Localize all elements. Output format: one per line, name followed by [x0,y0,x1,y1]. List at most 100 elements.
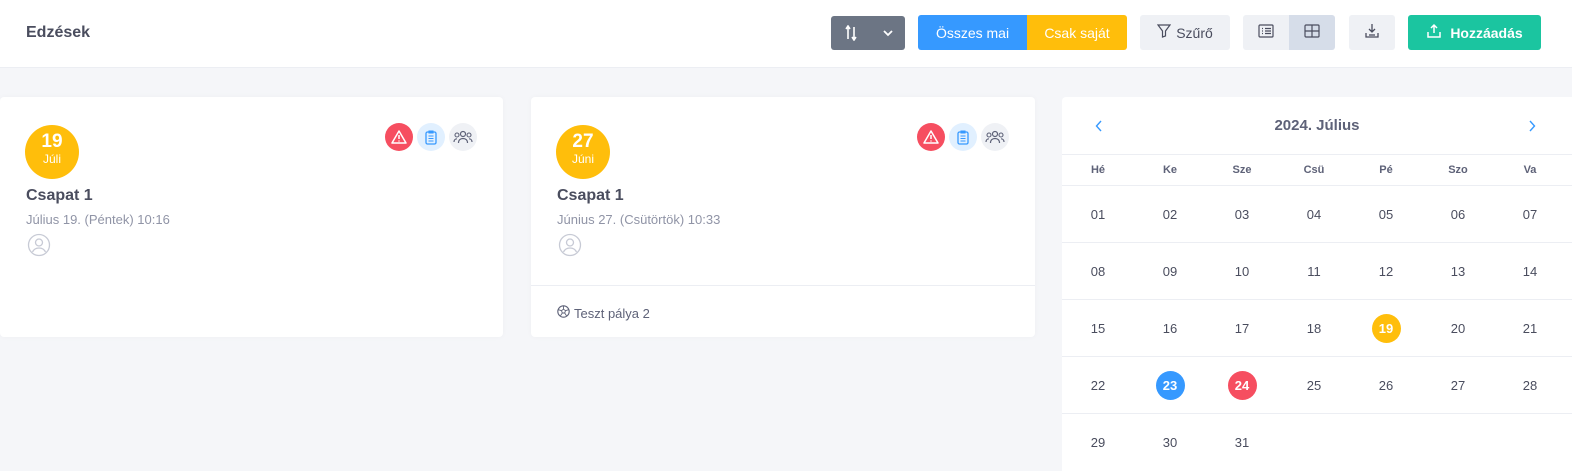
calendar-day-cell[interactable]: 24 [1206,357,1278,413]
top-toolbar: Edzések Összes mai Csak saját Szűrő Hozz… [0,0,1572,68]
filter-icon [1157,24,1172,41]
calendar-day[interactable]: 29 [1084,428,1113,457]
calendar-day-cell[interactable]: 16 [1134,300,1206,356]
calendar-day-cell[interactable]: 31 [1206,414,1278,471]
calendar-day-cell[interactable]: 25 [1278,357,1350,413]
clipboard-icon[interactable] [949,123,977,151]
calendar-day-cell[interactable]: 23 [1134,357,1206,413]
soccer-ball-icon [557,305,570,321]
calendar-day-cell[interactable]: 11 [1278,243,1350,299]
calendar-day[interactable]: 02 [1156,200,1185,229]
calendar-day[interactable]: 28 [1516,371,1545,400]
calendar-day-cell[interactable]: 01 [1062,186,1134,242]
calendar-day-cell[interactable]: 22 [1062,357,1134,413]
all-today-button[interactable]: Összes mai [918,15,1027,50]
export-button[interactable] [1349,15,1395,50]
date-badge: 19 Júli [25,125,79,179]
training-card[interactable]: 27 Júni Csapat 1 Június 27. (Csütörtök) … [531,97,1035,337]
calendar-day[interactable]: 27 [1444,371,1473,400]
card-team-name: Csapat 1 [26,187,93,204]
calendar-day[interactable]: 22 [1084,371,1113,400]
filter-label: Szűrő [1176,24,1213,41]
calendar-day-cell[interactable]: 04 [1278,186,1350,242]
warning-icon[interactable] [385,123,413,151]
training-card[interactable]: 19 Júli Csapat 1 Július 19. (Péntek) 10:… [0,97,503,337]
calendar-day-cell[interactable]: 08 [1062,243,1134,299]
card-footer: Teszt pálya 2 [531,285,1035,337]
calendar-day[interactable]: 17 [1228,314,1257,343]
calendar-day[interactable]: 16 [1156,314,1185,343]
filter-button[interactable]: Szűrő [1140,15,1230,50]
add-label: Hozzáadás [1450,24,1523,41]
calendar-day[interactable]: 20 [1444,314,1473,343]
calendar-day[interactable]: 13 [1444,257,1473,286]
calendar-day[interactable]: 11 [1300,257,1329,286]
calendar-day[interactable]: 23 [1155,370,1185,400]
own-only-button[interactable]: Csak saját [1027,15,1127,50]
calendar-week-row: 08 09 10 11 12 13 14 [1062,243,1572,300]
calendar-day[interactable]: 15 [1084,314,1113,343]
chevron-right-icon[interactable] [1520,115,1544,137]
avatar-icon [27,233,51,262]
calendar-week-row: 29 30 31 [1062,414,1572,471]
calendar-day-cell[interactable]: 15 [1062,300,1134,356]
calendar-day-cell[interactable]: 28 [1494,357,1566,413]
calendar-day[interactable]: 04 [1300,200,1329,229]
calendar-day-cell[interactable]: 10 [1206,243,1278,299]
calendar-day-cell[interactable]: 26 [1350,357,1422,413]
calendar-day[interactable]: 30 [1156,428,1185,457]
venue: Teszt pálya 2 [557,305,650,321]
calendar-day-cell[interactable]: 19 [1350,300,1422,356]
calendar-week-row: 15 16 17 18 19 20 21 [1062,300,1572,357]
calendar-day-cell[interactable]: 13 [1422,243,1494,299]
calendar-day[interactable]: 05 [1372,200,1401,229]
calendar-day-cell[interactable]: 03 [1206,186,1278,242]
team-icon[interactable] [449,123,477,151]
calendar-day-cell[interactable]: 05 [1350,186,1422,242]
calendar-day[interactable]: 24 [1227,370,1257,400]
calendar-day[interactable]: 09 [1156,257,1185,286]
calendar-day-cell[interactable]: 29 [1062,414,1134,471]
calendar-day[interactable]: 26 [1372,371,1401,400]
calendar-day[interactable]: 03 [1228,200,1257,229]
calendar-day-cell[interactable]: 21 [1494,300,1566,356]
weekday-label: Va [1523,164,1537,176]
sort-dropdown-button[interactable] [831,16,905,50]
weekday-label: Szo [1448,164,1468,176]
calendar-day[interactable]: 06 [1444,200,1473,229]
calendar-day[interactable]: 18 [1300,314,1329,343]
calendar-day[interactable]: 10 [1228,257,1257,286]
calendar-day-cell[interactable]: 12 [1350,243,1422,299]
calendar-day[interactable]: 01 [1084,200,1113,229]
calendar-day[interactable]: 08 [1084,257,1113,286]
calendar-day-cell[interactable]: 02 [1134,186,1206,242]
calendar-day[interactable]: 12 [1372,257,1401,286]
card-actions [385,123,477,151]
grid-view-button[interactable] [1289,15,1335,50]
calendar-day-cell[interactable]: 18 [1278,300,1350,356]
calendar-day[interactable]: 31 [1228,428,1257,457]
team-icon[interactable] [981,123,1009,151]
calendar-day[interactable]: 19 [1371,313,1401,343]
calendar-day-cell[interactable]: 07 [1494,186,1566,242]
list-view-button[interactable] [1243,15,1289,50]
calendar-day-cell[interactable]: 14 [1494,243,1566,299]
add-button[interactable]: Hozzáadás [1408,15,1541,50]
grid-icon [1304,24,1320,41]
warning-icon[interactable] [917,123,945,151]
calendar-day-cell[interactable]: 30 [1134,414,1206,471]
weekday-label: Sze [1232,164,1252,176]
calendar-day-cell[interactable]: 20 [1422,300,1494,356]
calendar-day[interactable]: 07 [1516,200,1545,229]
calendar-day[interactable]: 21 [1516,314,1545,343]
calendar-day[interactable]: 14 [1516,257,1545,286]
calendar-day-cell [1350,414,1422,471]
calendar-day-cell[interactable]: 06 [1422,186,1494,242]
calendar-day-cell[interactable]: 17 [1206,300,1278,356]
chevron-down-icon [871,16,905,50]
calendar-day-cell[interactable]: 09 [1134,243,1206,299]
calendar-day-cell [1494,414,1566,471]
calendar-day-cell[interactable]: 27 [1422,357,1494,413]
clipboard-icon[interactable] [417,123,445,151]
calendar-day[interactable]: 25 [1300,371,1329,400]
